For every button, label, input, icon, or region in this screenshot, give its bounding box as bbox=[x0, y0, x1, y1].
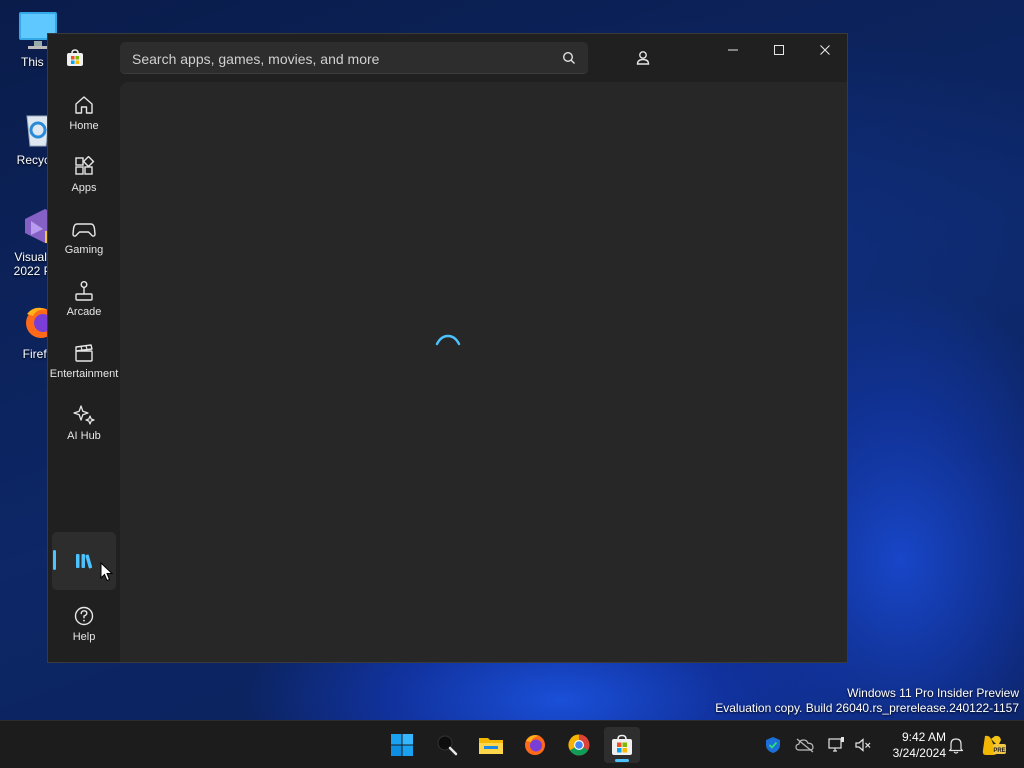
microsoft-store-window: Home Apps Gaming Arcade Entertainment AI… bbox=[47, 33, 848, 663]
main-content bbox=[120, 82, 847, 662]
watermark-line-2: Evaluation copy. Build 26040.rs_prerelea… bbox=[715, 701, 1019, 715]
home-icon bbox=[75, 96, 93, 114]
nav-item-label: Apps bbox=[71, 182, 97, 194]
nav-item-gaming[interactable]: Gaming bbox=[52, 210, 116, 268]
nav-item-apps[interactable]: Apps bbox=[52, 148, 116, 206]
taskbar-chrome[interactable] bbox=[561, 727, 597, 763]
file-explorer-icon bbox=[479, 738, 503, 754]
entertainment-icon bbox=[75, 344, 93, 362]
nav-item-ai-hub[interactable]: AI Hub bbox=[52, 396, 116, 454]
volume-muted-icon[interactable] bbox=[853, 735, 873, 755]
notification-bell-icon[interactable] bbox=[946, 735, 966, 755]
microsoft-store-icon bbox=[612, 734, 632, 755]
clock-time: 9:42 AM bbox=[901, 730, 946, 744]
taskbar-firefox[interactable] bbox=[517, 727, 553, 763]
running-indicator bbox=[615, 759, 629, 762]
help-icon bbox=[74, 606, 94, 626]
nav-item-entertainment[interactable]: Entertainment bbox=[49, 334, 119, 392]
watermark-line-1: Windows 11 Pro Insider Preview bbox=[847, 686, 1019, 700]
copilot-preview-icon[interactable]: PRE bbox=[980, 735, 1006, 755]
search-icon[interactable] bbox=[562, 51, 576, 65]
taskbar-file-explorer[interactable] bbox=[473, 727, 509, 763]
onedrive-icon[interactable] bbox=[795, 735, 815, 755]
ai-hub-icon bbox=[73, 405, 95, 425]
nav-item-label: Home bbox=[69, 120, 99, 132]
arcade-icon bbox=[75, 281, 93, 301]
search-input[interactable] bbox=[130, 42, 554, 75]
gaming-icon bbox=[72, 223, 96, 237]
title-bar bbox=[48, 34, 847, 82]
taskbar-microsoft-store[interactable] bbox=[604, 727, 640, 763]
search-box[interactable] bbox=[120, 42, 588, 75]
maximize-button[interactable] bbox=[756, 34, 802, 66]
loading-spinner bbox=[433, 332, 463, 362]
chrome-icon bbox=[568, 734, 590, 756]
svg-text:PRE: PRE bbox=[993, 748, 1005, 754]
taskbar-search-button[interactable] bbox=[429, 727, 465, 763]
account-icon[interactable] bbox=[628, 44, 658, 72]
nav-item-help[interactable]: Help bbox=[52, 597, 116, 655]
system-clock[interactable]: 9:42 AM 3/24/2024 bbox=[880, 729, 946, 761]
search-icon bbox=[437, 735, 458, 756]
clock-date: 3/24/2024 bbox=[892, 746, 946, 760]
nav-item-label: Entertainment bbox=[49, 368, 119, 380]
mouse-cursor bbox=[100, 561, 114, 587]
taskbar: 9:42 AM 3/24/2024 PRE bbox=[0, 720, 1024, 768]
start-icon bbox=[391, 734, 413, 756]
network-icon[interactable] bbox=[826, 735, 846, 755]
start-button[interactable] bbox=[384, 727, 420, 763]
nav-item-label: Gaming bbox=[64, 244, 104, 256]
evaluation-watermark: Windows 11 Pro Insider Preview Evaluatio… bbox=[715, 686, 1019, 716]
library-icon bbox=[76, 554, 93, 569]
nav-item-label: Arcade bbox=[66, 306, 102, 318]
apps-icon bbox=[75, 156, 95, 175]
nav-item-arcade[interactable]: Arcade bbox=[52, 272, 116, 330]
close-button[interactable] bbox=[802, 34, 848, 66]
nav-item-label: AI Hub bbox=[67, 430, 101, 442]
microsoft-store-logo-icon bbox=[66, 49, 84, 67]
firefox-icon bbox=[525, 735, 545, 755]
nav-item-home[interactable]: Home bbox=[52, 86, 116, 144]
minimize-button[interactable] bbox=[710, 34, 756, 66]
nav-item-label: Help bbox=[72, 631, 96, 643]
windows-security-icon[interactable] bbox=[763, 735, 783, 755]
active-indicator bbox=[53, 550, 56, 570]
